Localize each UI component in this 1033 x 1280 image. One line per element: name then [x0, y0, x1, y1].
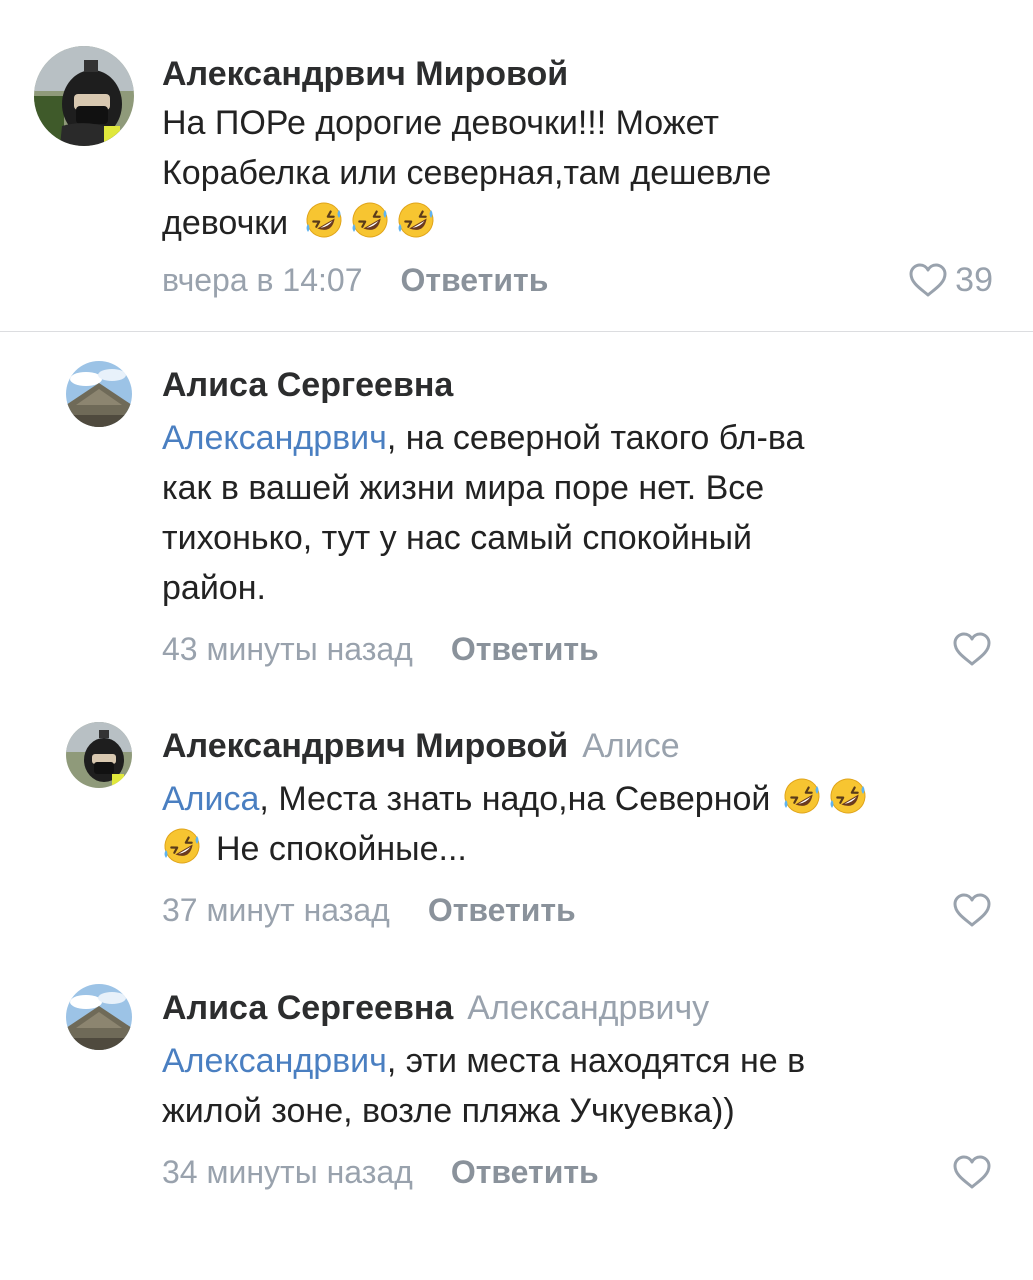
author-name[interactable]: Алиса Сергеевна — [162, 989, 453, 1027]
mention-link[interactable]: Александрвич — [162, 419, 387, 457]
comment-text-line: Корабелка или северная,там дешевле — [162, 154, 772, 192]
comment-timestamp: 37 минут назад — [162, 892, 390, 928]
comment-timestamp: вчера в 14:07 — [162, 262, 363, 298]
reply-button[interactable]: Ответить — [400, 258, 548, 302]
comment-text-line: Александрвич, на северной такого бл-ва — [162, 413, 993, 463]
reply-button[interactable]: Ответить — [451, 627, 599, 671]
comment-text-line: как в вашей жизни мира поре нет. Все — [162, 469, 765, 507]
author-name[interactable]: Алиса Сергеевна — [162, 366, 453, 404]
heart-outline-icon — [951, 1153, 993, 1191]
rolling-on-floor-laughing-emoji — [350, 200, 390, 240]
avatar[interactable] — [66, 722, 132, 788]
comment-text-fragment: Не спокойные... — [216, 830, 467, 868]
heart-outline-icon — [951, 630, 993, 668]
heart-outline-icon — [951, 891, 993, 929]
mention-link[interactable]: Александрвич — [162, 1042, 387, 1080]
comment-author[interactable]: Алиса Сергеевна Александрвичу — [162, 986, 993, 1030]
comment-text: Александрвич, на северной такого бл-ва к… — [162, 413, 993, 613]
comment-text-line: жилой зоне, возле пляжа Учкуевка)) — [162, 1092, 735, 1130]
rolling-on-floor-laughing-emoji — [162, 826, 202, 866]
comment-author[interactable]: Александрвич Мировой Алисе — [162, 724, 993, 768]
like-button[interactable] — [951, 888, 993, 932]
rolling-on-floor-laughing-emoji — [304, 200, 344, 240]
comment-text-line: Александрвич, эти места находятся не в — [162, 1036, 993, 1086]
comment-text-line: Алиса, Места знать надо,на Северной — [162, 774, 993, 824]
comment-text-line: тихонько, тут у нас самый спокойный — [162, 519, 753, 557]
comment-text: Алиса, Места знать надо,на Северной Не с… — [162, 774, 993, 874]
comment-text-fragment: , Места знать надо,на Северной — [259, 780, 771, 818]
avatar[interactable] — [34, 46, 134, 146]
comment-author[interactable]: Александрвич Мировой — [162, 52, 993, 96]
comment-meta: 34 минуты назад Ответить — [162, 1150, 993, 1194]
rolling-on-floor-laughing-emoji — [782, 776, 822, 816]
author-name[interactable]: Александрвич Мировой — [162, 727, 568, 765]
comment-meta: вчера в 14:07 Ответить 39 — [162, 258, 993, 302]
comment-text-line: Не спокойные... — [162, 824, 993, 874]
comment-text-fragment: девочки — [162, 204, 289, 242]
comment-text: Александрвич, эти места находятся не в ж… — [162, 1036, 993, 1136]
comment-text-line: На ПОРе дорогие девочки!!! Может — [162, 104, 719, 142]
like-button[interactable]: 39 — [907, 258, 993, 302]
comment-timestamp: 43 минуты назад — [162, 631, 413, 667]
heart-outline-icon — [907, 261, 949, 299]
rolling-on-floor-laughing-emoji — [828, 776, 868, 816]
reply-button[interactable]: Ответить — [428, 888, 576, 932]
reply-to-label[interactable]: Алисе — [582, 727, 679, 765]
comment-text-fragment: , эти места находятся не в — [386, 1042, 806, 1080]
avatar[interactable] — [66, 361, 132, 427]
like-button[interactable] — [951, 627, 993, 671]
avatar[interactable] — [66, 984, 132, 1050]
reply-to-label[interactable]: Александрвичу — [467, 989, 709, 1027]
comment-timestamp: 34 минуты назад — [162, 1154, 413, 1190]
mention-link[interactable]: Алиса — [162, 780, 259, 818]
comment-meta: 43 минуты назад Ответить — [162, 627, 993, 671]
like-button[interactable] — [951, 1150, 993, 1194]
comment-meta: 37 минут назад Ответить — [162, 888, 993, 932]
author-name[interactable]: Александрвич Мировой — [162, 55, 568, 93]
rolling-on-floor-laughing-emoji — [396, 200, 436, 240]
reply-button[interactable]: Ответить — [451, 1150, 599, 1194]
comment-text: На ПОРе дорогие девочки!!! Может Корабел… — [162, 98, 993, 248]
comment-text-fragment: , на северной такого бл-ва — [386, 419, 805, 457]
comment-text-line: район. — [162, 569, 266, 607]
comment-author[interactable]: Алиса Сергеевна — [162, 363, 993, 407]
divider — [0, 331, 1033, 332]
like-count: 39 — [955, 261, 993, 299]
comment-text-line: девочки — [162, 198, 993, 248]
